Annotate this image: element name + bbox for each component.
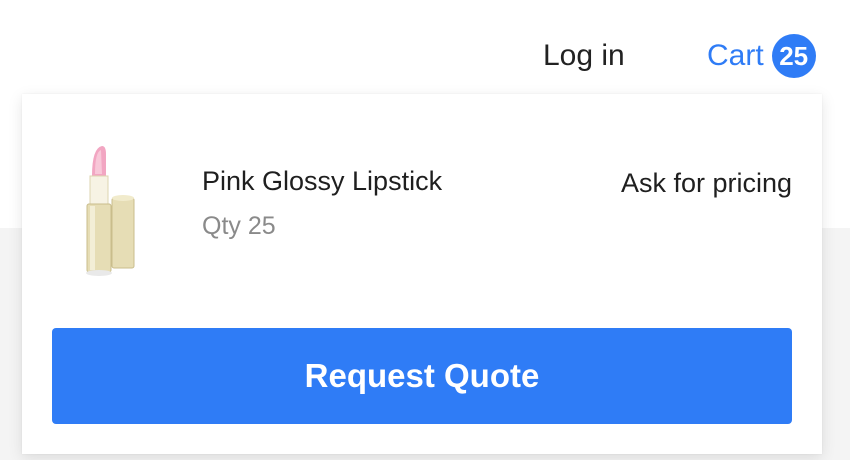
cart-link[interactable]: Cart 25 bbox=[707, 34, 816, 78]
top-navigation: Log in Cart 25 bbox=[0, 0, 850, 100]
item-quantity: Qty 25 bbox=[202, 212, 276, 240]
item-name[interactable]: Pink Glossy Lipstick bbox=[202, 164, 442, 198]
cart-label: Cart bbox=[707, 39, 764, 72]
cart-count-badge: 25 bbox=[771, 34, 816, 78]
request-quote-button[interactable]: Request Quote bbox=[52, 328, 792, 424]
cart-dropdown: Pink Glossy Lipstick Qty 25 Ask for pric… bbox=[22, 94, 822, 454]
login-link[interactable]: Log in bbox=[543, 36, 625, 76]
item-price: Ask for pricing bbox=[620, 168, 792, 198]
lipstick-product-image bbox=[78, 142, 142, 278]
